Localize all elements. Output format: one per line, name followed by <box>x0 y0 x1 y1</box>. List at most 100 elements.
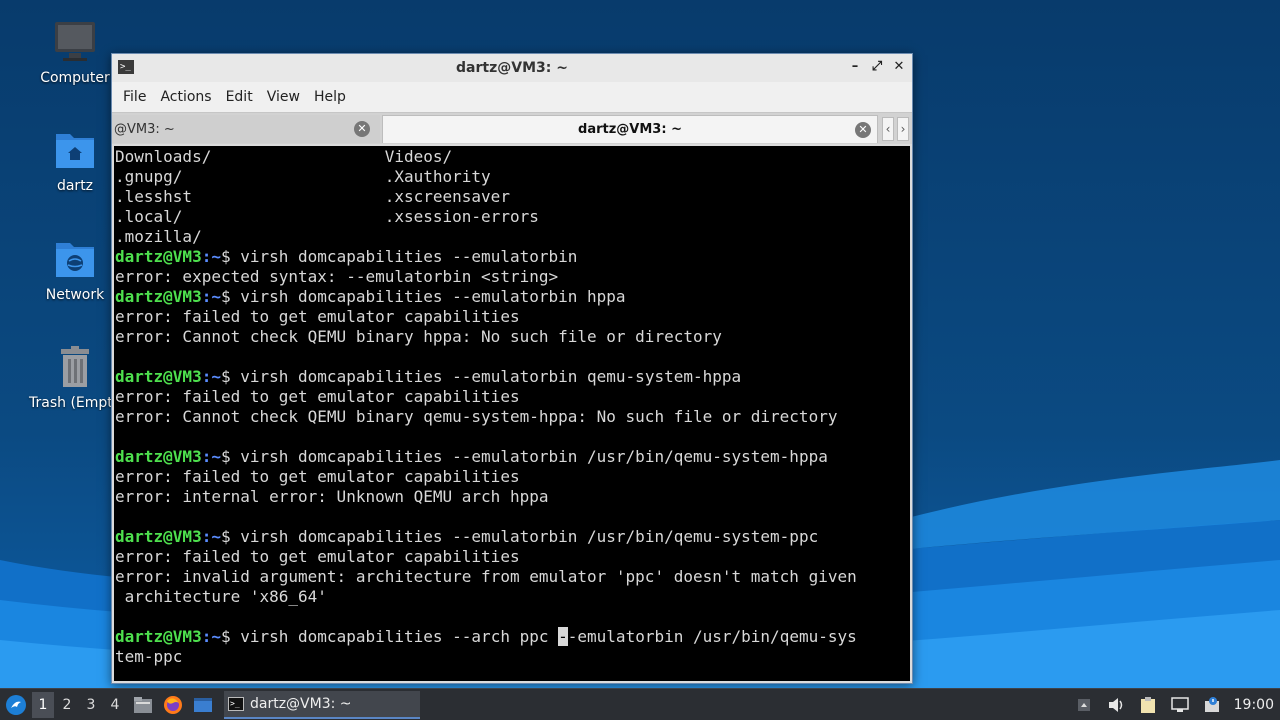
tab-scroll-right-icon[interactable]: › <box>897 117 909 141</box>
output-text: error: Cannot check QEMU binary qemu-sys… <box>115 407 838 426</box>
network-status-icon[interactable] <box>1168 693 1192 717</box>
menubar: File Actions Edit View Help <box>112 82 912 112</box>
workspace-4[interactable]: 4 <box>104 692 126 718</box>
tab-bar: @VM3: ~ ✕ dartz@VM3: ~ ✕ ‹ › <box>112 112 912 144</box>
terminal-output[interactable]: Downloads/ Videos/.gnupg/ .Xauthority .le… <box>114 146 910 681</box>
prompt-path: :~ <box>201 447 221 466</box>
prompt-path: :~ <box>201 527 221 546</box>
terminal-output-line: .lesshst .xscreensaver <box>115 187 910 207</box>
terminal-wrapped-line: tem-ppc <box>115 647 910 667</box>
output-text: error: failed to get emulator capabiliti… <box>115 547 520 566</box>
clipboard-icon[interactable] <box>1136 693 1160 717</box>
output-text: error: Cannot check QEMU binary hppa: No… <box>115 327 722 346</box>
workspace-1[interactable]: 1 <box>32 691 54 718</box>
tab-close-icon[interactable]: ✕ <box>855 122 871 138</box>
terminal-task-icon: >_ <box>228 696 244 711</box>
firefox-icon <box>164 695 182 714</box>
terminal-output-line: error: Cannot check QEMU binary hppa: No… <box>115 327 910 347</box>
desktop-icon-label: dartz <box>56 178 94 194</box>
terminal-output-line: error: expected syntax: --emulatorbin <s… <box>115 267 910 287</box>
show-desktop-button[interactable] <box>190 692 216 718</box>
command-text: $ virsh domcapabilities --arch ppc <box>220 627 559 646</box>
terminal-window[interactable]: >_ dartz@VM3: ~ – ⤢ ✕ File Actions Edit … <box>111 53 913 684</box>
tab-inactive[interactable]: @VM3: ~ ✕ <box>112 115 380 143</box>
desktop-icon-label: Network <box>45 287 105 303</box>
output-text: .gnupg/ .Xauthority <box>115 167 491 186</box>
output-text: error: internal error: Unknown QEMU arch… <box>115 487 549 506</box>
taskbar-task-terminal[interactable]: >_ dartz@VM3: ~ <box>224 690 420 719</box>
desktop-icon-trash[interactable]: Trash (Empty) <box>25 345 125 411</box>
tab-active[interactable]: dartz@VM3: ~ ✕ <box>382 115 878 143</box>
terminal-command-line: dartz@VM3:~$ virsh domcapabilities --emu… <box>115 447 910 467</box>
desktop-icon <box>194 697 212 712</box>
output-text: error: failed to get emulator capabiliti… <box>115 387 520 406</box>
workspace-3[interactable]: 3 <box>80 692 102 718</box>
terminal-current-line[interactable]: dartz@VM3:~$ virsh domcapabilities --arc… <box>115 627 910 647</box>
terminal-output-line <box>115 607 910 627</box>
menu-file[interactable]: File <box>116 89 153 105</box>
output-text: .lesshst .xscreensaver <box>115 187 510 206</box>
file-manager-launcher[interactable] <box>130 692 156 718</box>
menu-actions[interactable]: Actions <box>153 89 218 105</box>
menu-edit[interactable]: Edit <box>219 89 260 105</box>
minimize-button[interactable]: – <box>848 58 862 76</box>
terminal-output-line: .gnupg/ .Xauthority <box>115 167 910 187</box>
terminal-output-line: .local/ .xsession-errors <box>115 207 910 227</box>
menu-help[interactable]: Help <box>307 89 353 105</box>
workspace-2[interactable]: 2 <box>56 692 78 718</box>
command-text: -emulatorbin /usr/bin/qemu-sys <box>567 627 857 646</box>
task-label: dartz@VM3: ~ <box>250 695 352 712</box>
desktop-icon-home[interactable]: dartz <box>25 128 125 194</box>
output-text: .local/ .xsession-errors <box>115 207 539 226</box>
close-button[interactable]: ✕ <box>892 58 906 76</box>
terminal-command-line: dartz@VM3:~$ virsh domcapabilities --emu… <box>115 367 910 387</box>
terminal-output-line: .mozilla/ <box>115 227 910 247</box>
output-text: architecture 'x86_64' <box>115 587 327 606</box>
volume-icon[interactable] <box>1104 693 1128 717</box>
maximize-button[interactable]: ⤢ <box>870 58 884 76</box>
tray-expand-icon[interactable] <box>1072 693 1096 717</box>
taskbar: 1 2 3 4 >_ dartz@VM3: ~ 19:00 <box>0 688 1280 720</box>
menu-view[interactable]: View <box>260 89 307 105</box>
notification-icon[interactable] <box>1200 693 1224 717</box>
output-text: error: invalid argument: architecture fr… <box>115 567 857 586</box>
command-text: tem-ppc <box>115 647 183 666</box>
clock[interactable]: 19:00 <box>1234 697 1274 713</box>
tab-label: dartz@VM3: ~ <box>578 122 682 137</box>
output-text: Downloads/ Videos/ <box>115 147 453 166</box>
terminal-output-line: error: failed to get emulator capabiliti… <box>115 467 910 487</box>
prompt-path: :~ <box>201 367 221 386</box>
text-cursor: - <box>558 627 568 646</box>
firefox-launcher[interactable] <box>160 692 186 718</box>
system-tray: 19:00 <box>1072 689 1280 720</box>
desktop-icon-network[interactable]: Network <box>25 237 125 303</box>
terminal-output-line: error: failed to get emulator capabiliti… <box>115 547 910 567</box>
output-text: error: expected syntax: --emulatorbin <s… <box>115 267 559 286</box>
prompt-user-host: dartz@VM3 <box>115 447 202 466</box>
tab-close-icon[interactable]: ✕ <box>354 121 370 137</box>
terminal-output-line: error: Cannot check QEMU binary qemu-sys… <box>115 407 910 427</box>
prompt-path: :~ <box>201 247 221 266</box>
terminal-output-line: error: failed to get emulator capabiliti… <box>115 387 910 407</box>
output-text: error: failed to get emulator capabiliti… <box>115 307 520 326</box>
start-menu-button[interactable] <box>2 691 30 719</box>
terminal-command-line: dartz@VM3:~$ virsh domcapabilities --emu… <box>115 527 910 547</box>
command-text: $ virsh domcapabilities --emulatorbin hp… <box>220 287 626 306</box>
terminal-output-line: architecture 'x86_64' <box>115 587 910 607</box>
trash-icon <box>53 345 97 389</box>
desktop-icon-computer[interactable]: Computer <box>25 20 125 86</box>
tab-scroll-left-icon[interactable]: ‹ <box>882 117 894 141</box>
file-manager-icon <box>134 696 152 713</box>
lubuntu-logo-icon <box>6 694 26 715</box>
prompt-user-host: dartz@VM3 <box>115 627 202 646</box>
output-text: error: failed to get emulator capabiliti… <box>115 467 520 486</box>
window-titlebar[interactable]: >_ dartz@VM3: ~ – ⤢ ✕ <box>112 54 912 82</box>
terminal-output-line: error: invalid argument: architecture fr… <box>115 567 910 587</box>
prompt-user-host: dartz@VM3 <box>115 247 202 266</box>
terminal-output-line: Downloads/ Videos/ <box>115 147 910 167</box>
terminal-output-line <box>115 347 910 367</box>
command-text: $ virsh domcapabilities --emulatorbin /u… <box>220 527 819 546</box>
